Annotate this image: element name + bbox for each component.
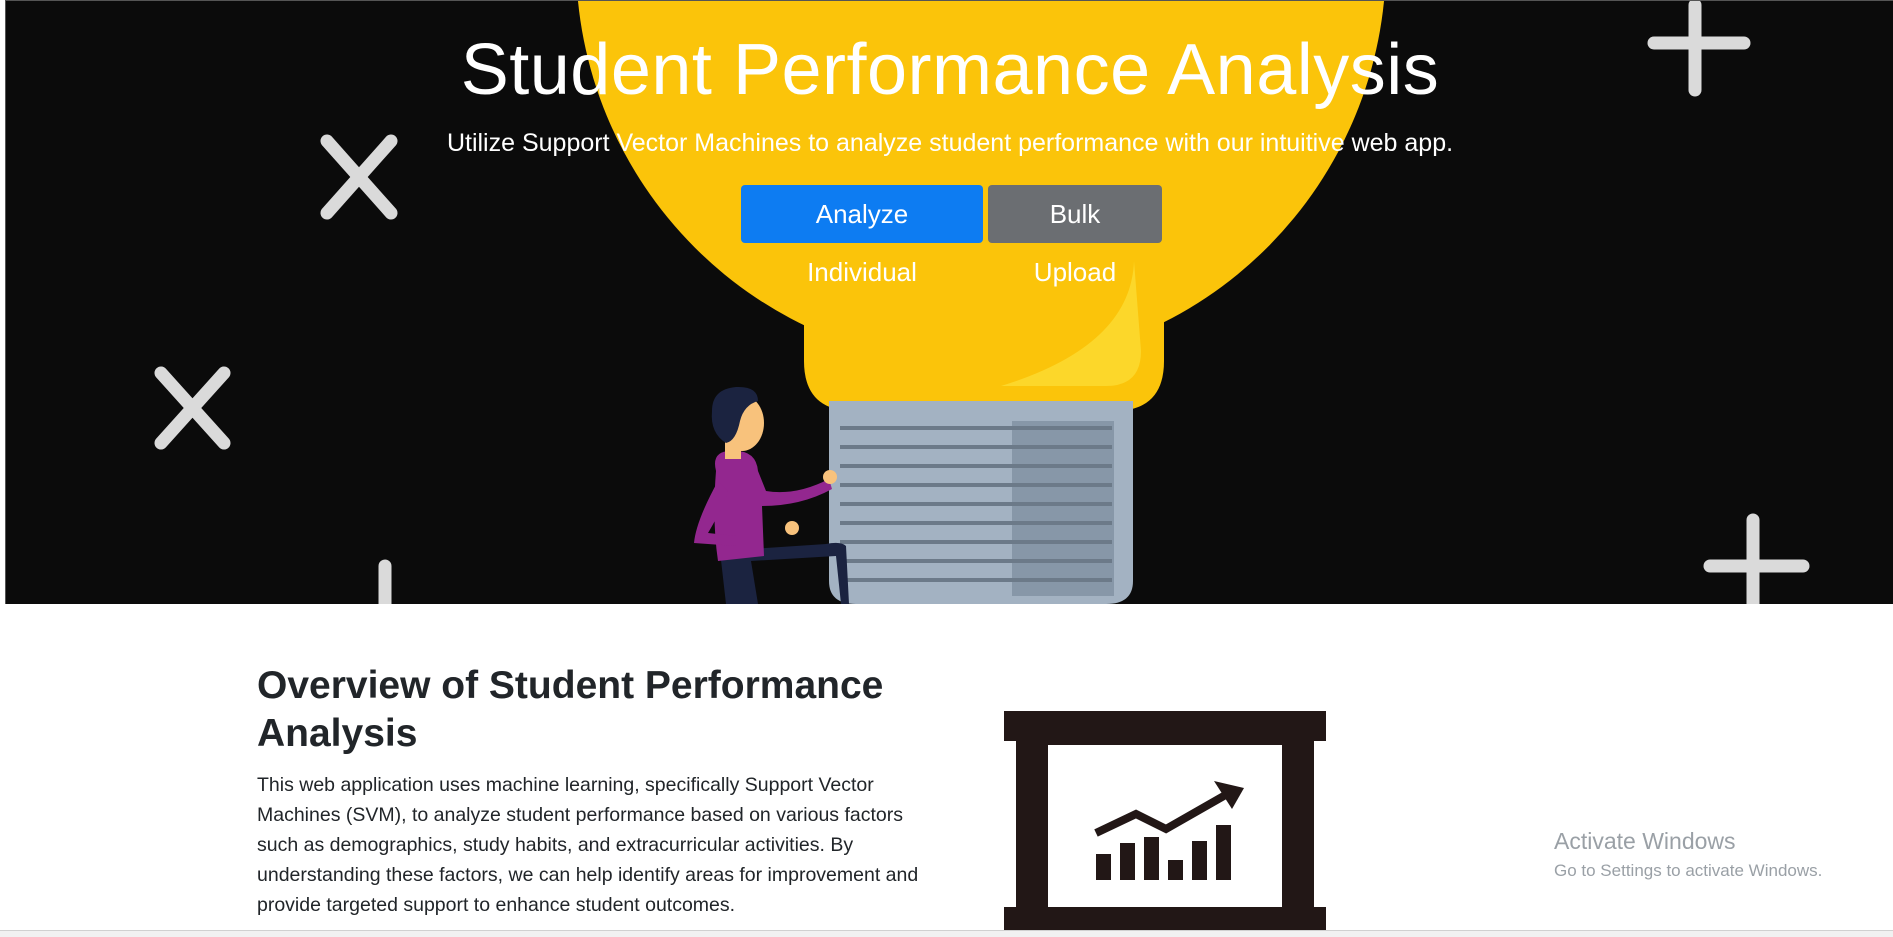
hero-section: Student Performance Analysis Utilize Sup… <box>5 0 1893 604</box>
hero-button-group: Analyze Individual Bulk Upload <box>741 185 1162 287</box>
watermark-subtitle: Go to Settings to activate Windows. <box>1554 861 1823 880</box>
hero-subtitle: Utilize Support Vector Machines to analy… <box>446 129 1454 157</box>
watermark-title: Activate Windows <box>1554 828 1736 854</box>
plus-icon <box>1703 513 1810 604</box>
analyze-individual-button[interactable]: Analyze Individual <box>741 185 983 287</box>
bulk-upload-button[interactable]: Bulk Upload <box>988 185 1162 287</box>
windows-activation-watermark: Activate Windows Go to Settings to activ… <box>1554 828 1822 881</box>
person-figure <box>694 386 849 604</box>
hero-title: Student Performance Analysis <box>460 30 1440 110</box>
overview-heading: Overview of Student Performance Analysis <box>257 664 884 755</box>
growth-chart-board-icon <box>1004 711 1326 930</box>
x-mark-icon <box>154 366 231 450</box>
overview-description: This web application uses machine learni… <box>257 774 919 916</box>
